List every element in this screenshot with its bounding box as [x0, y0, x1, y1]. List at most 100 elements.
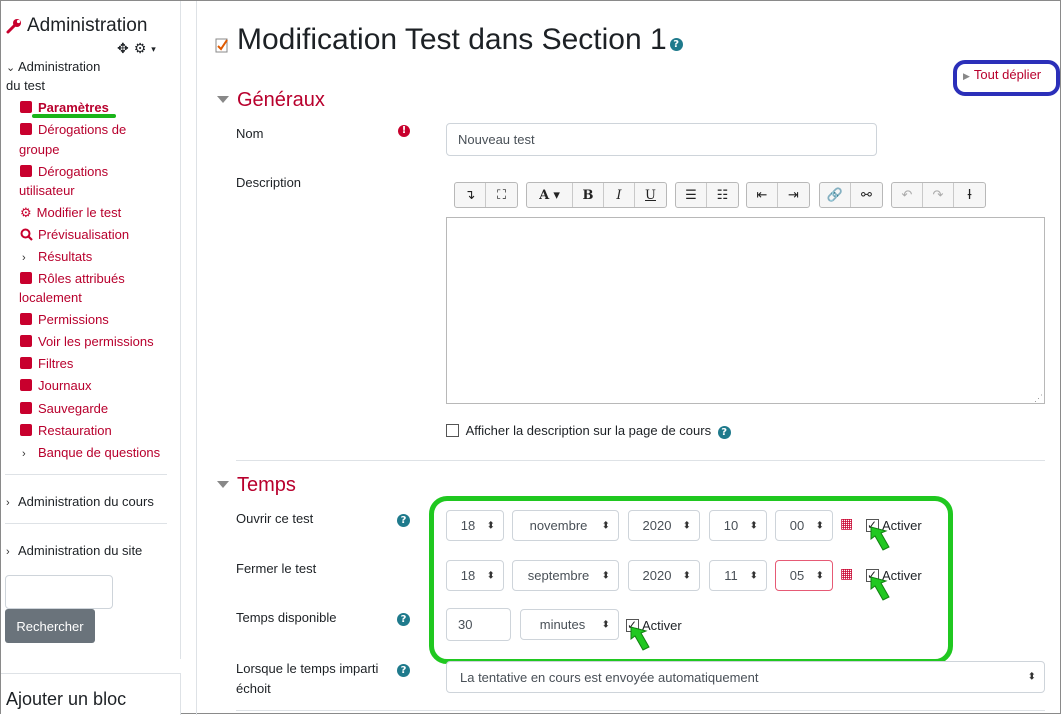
redo-icon[interactable]: ↷ [923, 183, 954, 207]
indent-icon[interactable]: ⇥ [778, 183, 809, 207]
calendar-icon[interactable]: ▦ [840, 566, 853, 582]
wrench-icon [6, 19, 21, 34]
admin-search-input[interactable] [5, 575, 113, 609]
sidebar-item-filters[interactable]: Filtres [20, 354, 73, 373]
quiz-admin-section[interactable]: ⌄ Administration [6, 57, 100, 78]
name-input[interactable]: Nouveau test [446, 123, 877, 156]
zoom-icon [20, 228, 33, 241]
toolbar-group-3: ☰ ☷ [675, 182, 739, 208]
fullscreen-icon[interactable]: ⛶ [486, 183, 517, 207]
square-icon [20, 101, 32, 113]
open-day-select[interactable]: 18 [446, 510, 504, 541]
sidebar-item-permissions[interactable]: Permissions [20, 310, 109, 329]
sidebar-item-backup[interactable]: Sauvegarde [20, 399, 108, 418]
bullet-list-icon[interactable]: ☰ [676, 183, 707, 207]
quiz-icon [215, 38, 228, 53]
toolbar-group-6: ↶ ↷ Ɨ [891, 182, 986, 208]
calendar-icon[interactable]: ▦ [840, 516, 853, 532]
toolbar-toggle-icon[interactable]: ↴ [455, 183, 486, 207]
close-minute-select[interactable]: 05 [775, 560, 833, 591]
open-year-select[interactable]: 2020 [628, 510, 700, 541]
course-admin-section[interactable]: › Administration du cours [6, 492, 154, 513]
triangle-right-icon: ▶ [963, 71, 970, 81]
section-divider [236, 710, 1045, 711]
sidebar-item-parametres[interactable]: Paramètres [20, 98, 109, 117]
help-icon[interactable]: ? [717, 426, 731, 439]
caret-down-icon[interactable]: ▾ [151, 44, 156, 55]
close-day-select[interactable]: 18 [446, 560, 504, 591]
sidebar-item-question-bank[interactable]: › Banque de questions [22, 443, 160, 464]
when-expires-select[interactable]: La tentative en cours est envoyée automa… [446, 661, 1045, 693]
close-month-select[interactable]: septembre [512, 560, 619, 591]
help-icon[interactable]: ? [397, 664, 410, 677]
close-hour-select[interactable]: 11 [709, 560, 767, 591]
sidebar-item-group-overrides[interactable]: Dérogations de [20, 120, 126, 139]
time-limit-unit-select[interactable]: minutes [520, 609, 619, 640]
sidebar-item-preview[interactable]: Prévisualisation [20, 225, 129, 244]
clear-format-icon[interactable]: Ɨ [954, 183, 985, 207]
expand-all-link[interactable]: ▶ Tout déplier [963, 67, 1041, 82]
italic-icon[interactable]: I [604, 183, 635, 207]
gear-icon: ⚙ [20, 206, 32, 221]
section-divider [236, 460, 1045, 461]
sidebar-item-user-overrides[interactable]: Dérogations [20, 162, 108, 181]
sidebar-item-group-overrides-line2[interactable]: groupe [19, 140, 59, 159]
sidebar-item-local-roles[interactable]: Rôles attribués [20, 269, 125, 288]
block-controls: ✥ ⚙ ▾ [117, 41, 156, 57]
search-button[interactable]: Rechercher [5, 609, 95, 643]
sidebar-item-check-permissions[interactable]: Voir les permissions [20, 332, 154, 351]
required-icon: ! [398, 125, 410, 137]
section-timing-header[interactable]: Temps [217, 474, 296, 497]
toolbar-group-2: A ▾ B I U [526, 182, 667, 208]
underline-icon[interactable]: U [635, 183, 666, 207]
open-quiz-label: Ouvrir ce test [236, 511, 314, 526]
sidebar-item-restore[interactable]: Restauration [20, 421, 112, 440]
help-icon[interactable]: ? [397, 613, 410, 626]
unlink-icon[interactable]: ⚯ [851, 183, 882, 207]
add-block-title: Ajouter un bloc [6, 689, 127, 709]
square-icon [20, 424, 32, 436]
chevron-right-icon: › [22, 448, 26, 460]
chevron-right-icon: › [6, 497, 10, 509]
square-icon [20, 379, 32, 391]
show-description-checkbox[interactable] [446, 424, 459, 437]
undo-icon[interactable]: ↶ [892, 183, 923, 207]
help-icon[interactable]: ? [397, 514, 410, 527]
open-month-select[interactable]: novembre [512, 510, 619, 541]
help-icon[interactable]: ? [669, 38, 683, 51]
site-admin-section[interactable]: › Administration du site [6, 541, 142, 562]
show-description-option[interactable]: Afficher la description sur la page de c… [446, 421, 731, 440]
admin-block-header: Administration [5, 15, 147, 37]
time-limit-label: Temps disponible [236, 610, 337, 625]
open-hour-select[interactable]: 10 [709, 510, 767, 541]
time-limit-input[interactable]: 30 [446, 608, 511, 641]
collapse-icon [217, 481, 229, 488]
collapse-icon [217, 96, 229, 103]
resize-handle-icon[interactable]: ⋰ [1034, 393, 1043, 404]
sidebar-item-local-roles-line2[interactable]: localement [19, 288, 82, 307]
annotation-arrow-icon [870, 526, 890, 551]
toolbar-group-1: ↴ ⛶ [454, 182, 518, 208]
numbered-list-icon[interactable]: ☷ [707, 183, 738, 207]
link-icon[interactable]: 🔗 [820, 183, 851, 207]
sidebar-item-user-overrides-line2[interactable]: utilisateur [19, 181, 75, 200]
close-year-select[interactable]: 2020 [628, 560, 700, 591]
name-label: Nom [236, 126, 264, 141]
move-icon[interactable]: ✥ [117, 41, 129, 57]
main-divider [196, 1, 197, 715]
font-style-icon[interactable]: A ▾ [527, 183, 573, 207]
sidebar-item-edit-quiz[interactable]: ⚙ Modifier le test [20, 203, 121, 223]
open-minute-select[interactable]: 00 [775, 510, 833, 541]
sidebar-divider [5, 474, 167, 475]
bold-icon[interactable]: B [573, 183, 604, 207]
sidebar-item-results[interactable]: › Résultats [22, 247, 92, 268]
description-label: Description [236, 175, 302, 190]
outdent-icon[interactable]: ⇤ [747, 183, 778, 207]
when-expires-label: Lorsque le temps imparti [236, 661, 379, 676]
square-icon [20, 402, 32, 414]
sidebar-item-logs[interactable]: Journaux [20, 376, 91, 395]
gear-icon[interactable]: ⚙ [134, 41, 147, 57]
description-editor[interactable] [446, 217, 1045, 404]
section-general-header[interactable]: Généraux [217, 89, 325, 112]
square-icon [20, 357, 32, 369]
